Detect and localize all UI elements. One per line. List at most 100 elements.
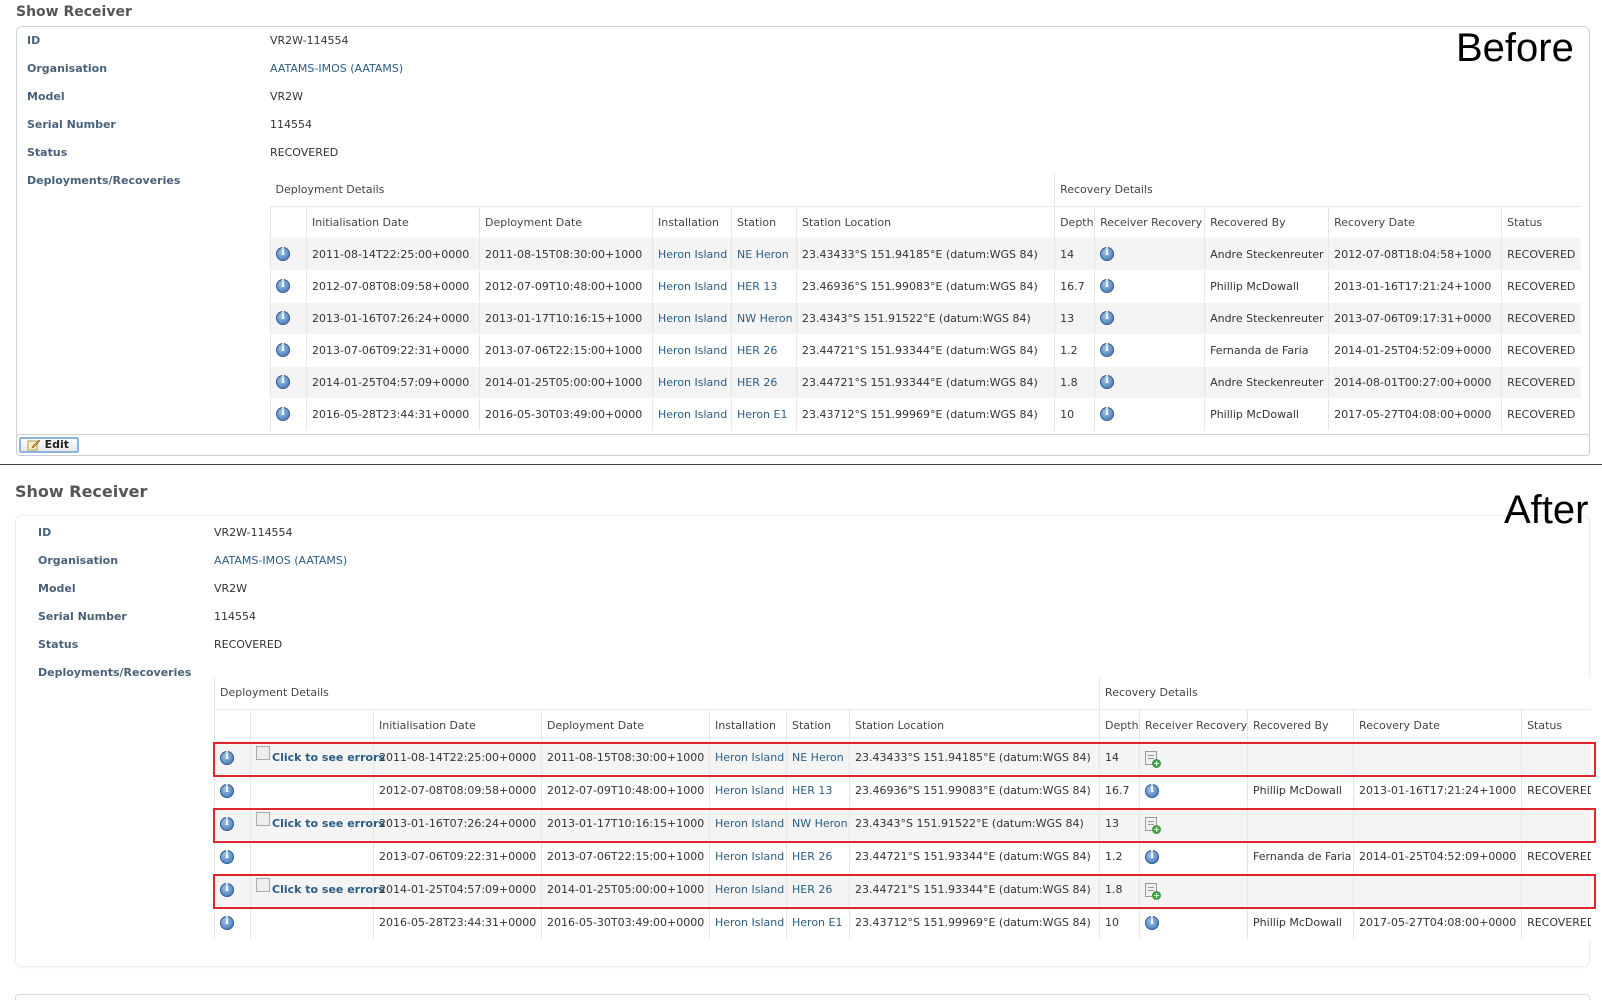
- station-link[interactable]: NW Heron: [731, 302, 797, 335]
- cell-recovery-date: 2014-01-25T04:52:09+0000: [1353, 840, 1522, 874]
- cell-status: [1521, 741, 1591, 775]
- installation-link[interactable]: Heron Island: [652, 270, 732, 303]
- installation-link[interactable]: Heron Island: [709, 807, 787, 841]
- click-to-see-errors-link[interactable]: Click to see errors: [250, 807, 385, 841]
- station-link[interactable]: HER 26: [786, 873, 850, 907]
- after-col-installation: Installation: [709, 709, 787, 742]
- info-icon[interactable]: [220, 750, 234, 765]
- before-group-empty: [1501, 174, 1581, 207]
- before-group-recovery-details: Recovery Details: [1054, 174, 1502, 207]
- cell-station-location: 23.44721°S 151.93344°E (datum:WGS 84): [795, 366, 1055, 399]
- cell-deployment-date: 2013-07-06T22:15:00+1000: [541, 840, 710, 874]
- cell-recovered-by: Phillip McDowall: [1204, 270, 1329, 303]
- after-group-empty: [1521, 677, 1591, 710]
- cell-depth: 1.8: [1099, 873, 1140, 907]
- installation-link[interactable]: Heron Island: [709, 774, 787, 808]
- installation-link[interactable]: Heron Island: [652, 366, 732, 399]
- before-prop-label-organisation: Organisation: [27, 62, 108, 75]
- before-prop-label-model: Model: [27, 90, 65, 103]
- info-icon[interactable]: [276, 343, 290, 357]
- add-recovery-icon[interactable]: [1145, 816, 1162, 834]
- installation-link[interactable]: Heron Island: [652, 398, 732, 431]
- after-prop-label-deployments: Deployments/Recoveries: [38, 666, 192, 679]
- cell-recovered-by: Fernanda de Faria: [1247, 840, 1354, 874]
- cell-depth: 1.8: [1054, 366, 1095, 399]
- recovery-info-icon[interactable]: [1100, 407, 1115, 421]
- recovery-info-icon[interactable]: [1100, 375, 1115, 389]
- station-link[interactable]: Heron E1: [786, 906, 850, 940]
- recovery-info-icon[interactable]: [1145, 783, 1160, 798]
- installation-link[interactable]: Heron Island: [709, 840, 787, 874]
- after-col-recovery-date: Recovery Date: [1353, 709, 1522, 742]
- station-link[interactable]: HER 26: [731, 366, 797, 399]
- installation-link[interactable]: Heron Island: [652, 238, 732, 271]
- before-prop-value-status: RECOVERED: [270, 146, 339, 159]
- after-col-status: Status: [1521, 709, 1591, 742]
- info-icon[interactable]: [220, 882, 234, 897]
- after-prop-label-id: ID: [38, 526, 52, 539]
- edit-button[interactable]: Edit: [19, 437, 79, 453]
- info-icon[interactable]: [220, 849, 234, 864]
- station-link[interactable]: NW Heron: [786, 807, 850, 841]
- info-icon[interactable]: [276, 311, 290, 325]
- cell-recovery-date: [1353, 807, 1522, 841]
- station-link[interactable]: NE Heron: [786, 741, 850, 775]
- station-link[interactable]: HER 26: [731, 334, 797, 367]
- after-col-deployment-date: Deployment Date: [541, 709, 710, 742]
- installation-link[interactable]: Heron Island: [709, 873, 787, 907]
- cell-depth: 13: [1099, 807, 1140, 841]
- cell-recovered-by: [1247, 741, 1354, 775]
- table-row: 2012-07-08T08:09:58+0000 2012-07-09T10:4…: [214, 774, 1591, 808]
- info-icon[interactable]: [220, 915, 234, 930]
- cell-recovery-date: 2012-07-08T18:04:58+1000: [1328, 238, 1502, 271]
- cell-status: [1521, 873, 1591, 907]
- cell-deployment-date: 2016-05-30T03:49:00+0000: [479, 398, 653, 431]
- cell-recovery-date: 2013-07-06T09:17:31+0000: [1328, 302, 1502, 335]
- installation-link[interactable]: Heron Island: [709, 906, 787, 940]
- info-icon[interactable]: [276, 279, 290, 293]
- station-link[interactable]: HER 13: [786, 774, 850, 808]
- installation-link[interactable]: Heron Island: [652, 302, 732, 335]
- cell-recovered-by: Andre Steckenreuter: [1204, 238, 1329, 271]
- station-link[interactable]: HER 13: [731, 270, 797, 303]
- after-prop-value-serial: 114554: [214, 610, 256, 623]
- cell-station-location: 23.43433°S 151.94185°E (datum:WGS 84): [848, 741, 1100, 775]
- after-col-depth: Depth: [1099, 709, 1140, 742]
- info-icon[interactable]: [276, 407, 290, 421]
- table-row: 2013-07-06T09:22:31+0000 2013-07-06T22:1…: [214, 840, 1591, 874]
- cell-recovered-by: Phillip McDowall: [1204, 398, 1329, 431]
- add-recovery-icon[interactable]: [1145, 882, 1162, 900]
- table-row: 2013-07-06T09:22:31+0000 2013-07-06T22:1…: [270, 334, 1581, 367]
- cell-recovery-date: 2014-01-25T04:52:09+0000: [1328, 334, 1502, 367]
- info-icon[interactable]: [276, 375, 290, 389]
- after-organisation-link[interactable]: AATAMS-IMOS (AATAMS): [214, 554, 347, 567]
- info-icon[interactable]: [220, 816, 234, 831]
- installation-link[interactable]: Heron Island: [652, 334, 732, 367]
- info-icon[interactable]: [276, 247, 290, 261]
- info-icon[interactable]: [220, 783, 234, 798]
- cell-recovery-date: 2017-05-27T04:08:00+0000: [1353, 906, 1522, 940]
- installation-link[interactable]: Heron Island: [709, 741, 787, 775]
- broken-image-icon: [256, 745, 270, 760]
- click-to-see-errors-link[interactable]: Click to see errors: [250, 741, 385, 775]
- add-recovery-icon[interactable]: [1145, 750, 1162, 768]
- recovery-info-icon[interactable]: [1100, 343, 1115, 357]
- cell-errors-empty: [250, 840, 374, 874]
- table-row: 2016-05-28T23:44:31+0000 2016-05-30T03:4…: [270, 398, 1581, 431]
- after-col-initialisation-date: Initialisation Date: [373, 709, 542, 742]
- station-link[interactable]: Heron E1: [731, 398, 797, 431]
- cell-deployment-date: 2012-07-09T10:48:00+1000: [541, 774, 710, 808]
- click-to-see-errors-link[interactable]: Click to see errors: [250, 873, 385, 907]
- recovery-info-icon[interactable]: [1145, 849, 1160, 864]
- cell-recovered-by: Andre Steckenreuter: [1204, 302, 1329, 335]
- table-row: Click to see errors 2011-08-14T22:25:00+…: [214, 741, 1591, 775]
- recovery-info-icon[interactable]: [1100, 247, 1115, 261]
- recovery-info-icon[interactable]: [1100, 279, 1115, 293]
- recovery-info-icon[interactable]: [1145, 915, 1160, 930]
- after-prop-label-organisation: Organisation: [38, 554, 119, 567]
- recovery-info-icon[interactable]: [1100, 311, 1115, 325]
- station-link[interactable]: NE Heron: [731, 238, 797, 271]
- after-col-errors: [250, 709, 374, 742]
- before-organisation-link[interactable]: AATAMS-IMOS (AATAMS): [270, 62, 403, 75]
- station-link[interactable]: HER 26: [786, 840, 850, 874]
